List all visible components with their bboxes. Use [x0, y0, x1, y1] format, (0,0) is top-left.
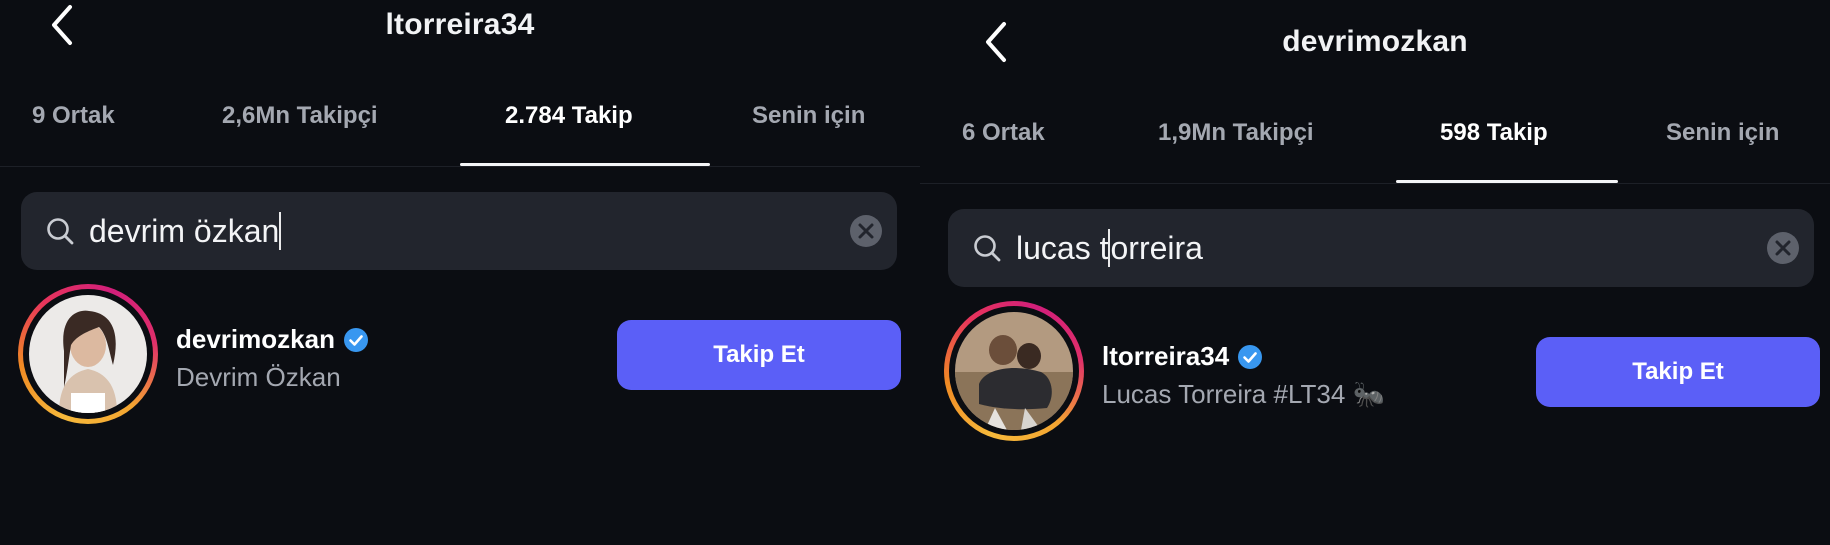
- search-result-row[interactable]: ltorreira34 Lucas Torreira #LT34 🐜 Takip…: [920, 301, 1830, 447]
- avatar[interactable]: [18, 284, 158, 424]
- username-text: devrimozkan: [176, 324, 335, 354]
- tab-divider: [920, 183, 1830, 184]
- tab-mutual[interactable]: 6 Ortak: [962, 119, 1045, 147]
- text-caret: [279, 212, 282, 250]
- search-query: devrim özkan: [89, 213, 280, 249]
- search-result-row[interactable]: devrimozkan Devrim Özkan Takip Et: [0, 284, 920, 430]
- search-icon: [43, 214, 77, 248]
- header: ltorreira34: [0, 0, 920, 60]
- verified-badge-icon: [343, 327, 368, 352]
- verified-badge-icon: [1238, 344, 1263, 369]
- tab-for-you[interactable]: Senin için: [1666, 119, 1779, 147]
- search-query-before-caret: lucas t: [1016, 230, 1109, 266]
- result-full-name: Lucas Torreira #LT34 🐜: [1102, 379, 1385, 409]
- result-username[interactable]: ltorreira34: [1102, 341, 1263, 372]
- tab-bar: 6 Ortak 1,9Mn Takipçi 598 Takip Senin iç…: [920, 77, 1830, 184]
- header: devrimozkan: [920, 17, 1830, 77]
- tab-bar: 9 Ortak 2,6Mn Takipçi 2.784 Takip Senin …: [0, 60, 920, 167]
- tab-mutual[interactable]: 9 Ortak: [32, 102, 115, 130]
- avatar-photo: [955, 312, 1073, 430]
- tab-followers[interactable]: 2,6Mn Takipçi: [222, 102, 378, 130]
- username-text: ltorreira34: [1102, 341, 1230, 371]
- follow-button[interactable]: Takip Et: [617, 320, 901, 390]
- profile-title: devrimozkan: [1282, 25, 1468, 58]
- search-field[interactable]: devrim özkan: [21, 192, 897, 270]
- left-panel: ltorreira34 9 Ortak 2,6Mn Takipçi 2.784 …: [0, 0, 920, 545]
- clear-circle-icon[interactable]: [849, 214, 883, 248]
- search-field[interactable]: lucas torreira: [948, 209, 1814, 287]
- right-panel: devrimozkan 6 Ortak 1,9Mn Takipçi 598 Ta…: [920, 0, 1830, 545]
- clear-circle-icon[interactable]: [1766, 231, 1800, 265]
- avatar[interactable]: [944, 301, 1084, 441]
- tab-following[interactable]: 598 Takip: [1440, 119, 1548, 147]
- search-input[interactable]: lucas torreira: [1016, 229, 1203, 267]
- search-query-after-caret: orreira: [1110, 230, 1203, 266]
- tab-followers[interactable]: 1,9Mn Takipçi: [1158, 119, 1314, 147]
- tab-for-you[interactable]: Senin için: [752, 102, 865, 130]
- search-icon: [970, 231, 1004, 265]
- avatar-photo: [29, 295, 147, 413]
- profile-title: ltorreira34: [385, 8, 535, 41]
- result-full-name: Devrim Özkan: [176, 362, 341, 392]
- tab-divider: [0, 166, 920, 167]
- result-username[interactable]: devrimozkan: [176, 324, 369, 355]
- tab-following[interactable]: 2.784 Takip: [505, 102, 633, 130]
- search-input[interactable]: devrim özkan: [89, 212, 282, 250]
- follow-button[interactable]: Takip Et: [1536, 337, 1820, 407]
